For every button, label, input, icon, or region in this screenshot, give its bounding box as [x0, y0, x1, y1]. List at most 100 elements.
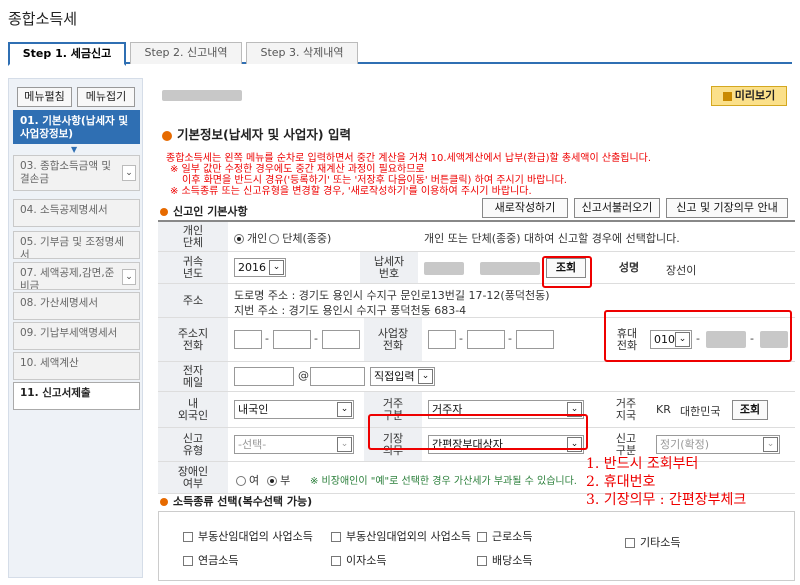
sidebar-item-basic-info[interactable]: 01. 기본사항(납세자 및 사업장정보): [13, 110, 140, 144]
name-value: 장선이: [666, 264, 697, 277]
sidebar-item-deduction[interactable]: 04. 소득공제명세서: [13, 199, 140, 227]
notice-line: ※ 일부 값만 수정한 경우에도 중간 재계산 과정이 필요하므로: [170, 164, 425, 175]
checkbox[interactable]: [477, 532, 487, 542]
checkbox[interactable]: [625, 538, 635, 548]
sidebar-item-tax-credit[interactable]: 07. 세액공제,감면,준비금 ⌄: [13, 262, 140, 290]
country-name: 대한민국: [680, 405, 721, 418]
income-option[interactable]: 기타소득: [625, 534, 680, 550]
chevron-down-icon[interactable]: ⌄: [122, 269, 136, 285]
label-address: 주소: [158, 284, 228, 317]
sidebar-item-calc[interactable]: 10. 세액계산: [13, 352, 140, 380]
income-option-label: 부동산임대업의 사업소득: [198, 530, 313, 543]
email-domain-input[interactable]: [310, 367, 365, 386]
load-return-button[interactable]: 신고서불러오기: [574, 198, 660, 218]
country-lookup-button[interactable]: 조회: [732, 400, 768, 420]
label-disabled: 장애인 여부: [158, 462, 228, 493]
biz-phone-3[interactable]: [516, 330, 554, 349]
sidebar-item-donation[interactable]: 05. 기부금 및 조정명세서: [13, 231, 140, 259]
radio-group[interactable]: [269, 234, 280, 244]
highlight-bookkeeping: [368, 414, 588, 450]
email-domain-select[interactable]: 직접입력 ⌄: [370, 367, 435, 386]
checkbox[interactable]: [331, 532, 341, 542]
checkbox[interactable]: [331, 556, 341, 566]
home-phone-3[interactable]: [322, 330, 360, 349]
sidebar-item-label: 07. 세액공제,감면,준비금: [20, 267, 115, 290]
disabled-radio-group: 여부: [236, 472, 290, 488]
home-phone-1[interactable]: [234, 330, 262, 349]
tab-step1[interactable]: Step 1. 세금신고: [8, 42, 126, 66]
income-option[interactable]: 부동산임대업외의 사업소득: [331, 528, 471, 544]
income-option[interactable]: 배당소득: [477, 552, 532, 568]
sidebar-item-prepaid[interactable]: 09. 기납부세액명세서: [13, 322, 140, 350]
preview-button[interactable]: 미리보기: [711, 86, 787, 106]
page-title: 종합소득세: [8, 10, 78, 28]
email-at: @: [298, 369, 309, 382]
highlight-mobile: [604, 310, 792, 362]
section-title-text: 기본정보(납세자 및 사업자) 입력: [177, 127, 351, 142]
new-write-button[interactable]: 새로작성하기: [482, 198, 568, 218]
notice-line: 종합소득세는 왼쪽 메뉴를 순차로 입력하면서 중간 계산을 거쳐 10.세액계…: [166, 153, 652, 164]
label-type: 개인 단체: [158, 222, 228, 251]
dash: -: [265, 332, 269, 345]
label-filing-type: 신고 유형: [158, 428, 228, 461]
foreign-select[interactable]: 내국인 ⌄: [234, 400, 354, 419]
checkbox[interactable]: [477, 556, 487, 566]
tab-step2[interactable]: Step 2. 신고내역: [130, 42, 242, 64]
row-year: 귀속 년도 2016 ⌄ 납세자 번호 조회 성명 장선이: [158, 252, 795, 284]
sidebar-item-label: 03. 종합소득금액 및 결손금: [20, 160, 111, 185]
label-biz-phone: 사업장 전화: [364, 318, 422, 361]
filing-class-select[interactable]: 정기(확정) ⌄: [656, 435, 780, 454]
annotation-3: 3. 기장의무 : 간편장부체크: [586, 492, 747, 508]
income-option[interactable]: 연금소득: [183, 552, 238, 568]
menu-expand-button[interactable]: 메뉴펼침: [17, 87, 72, 107]
guide-button[interactable]: 신고 및 기장의무 안내: [666, 198, 788, 218]
taxpayer-form: 개인 단체 개인 단체(종중) 개인 또는 단체(종중) 대하여 신고할 경우에 …: [158, 220, 795, 494]
sidebar-item-submit[interactable]: 11. 신고서제출: [13, 382, 140, 410]
chevron-down-icon: ⌄: [337, 437, 352, 452]
biz-phone-1[interactable]: [428, 330, 456, 349]
radio-individual[interactable]: [234, 234, 244, 244]
menu-collapse-button[interactable]: 메뉴접기: [77, 87, 135, 107]
radio-no-label: 부: [280, 474, 291, 487]
radio-disabled-yes[interactable]: [236, 476, 246, 486]
row-email: 전자 메일 @ 직접입력 ⌄: [158, 362, 795, 392]
year-select[interactable]: 2016 ⌄: [234, 258, 286, 277]
income-option-label: 근로소득: [492, 530, 533, 543]
income-option[interactable]: 이자소득: [331, 552, 386, 568]
label-home-phone: 주소지 전화: [158, 318, 228, 361]
sidebar-item-penalty[interactable]: 08. 가산세명세서: [13, 292, 140, 320]
blurred-taxpayer-no-2: [480, 262, 540, 275]
income-option-label: 부동산임대업외의 사업소득: [346, 530, 471, 543]
label-email: 전자 메일: [158, 362, 228, 391]
radio-individual-label: 개인: [247, 232, 268, 245]
filing-type-select[interactable]: -선택- ⌄: [234, 435, 354, 454]
checkbox[interactable]: [183, 532, 193, 542]
notice-line: ※ 소득종류 또는 신고유형을 변경할 경우, '새로작성하기'를 이용하여 주…: [170, 186, 532, 197]
radio-group-label: 단체(종중): [282, 232, 332, 245]
email-select-value: 직접입력: [374, 370, 415, 383]
label-taxpayer-no: 납세자 번호: [360, 252, 418, 283]
label-year: 귀속 년도: [158, 252, 228, 283]
row-type: 개인 단체 개인 단체(종중) 개인 또는 단체(종중) 대하여 신고할 경우에 …: [158, 222, 795, 252]
email-id-input[interactable]: [234, 367, 294, 386]
basic-section-title: 신고인 기본사항: [160, 203, 248, 219]
disabled-help: ※ 비장애인이 "예"로 선택한 경우 가산세가 부과될 수 있습니다.: [310, 476, 577, 487]
income-option[interactable]: 근로소득: [477, 528, 532, 544]
bullet-icon: [160, 498, 168, 506]
checkbox[interactable]: [183, 556, 193, 566]
dash: -: [314, 332, 318, 345]
tab-step3[interactable]: Step 3. 삭제내역: [246, 42, 358, 64]
chevron-down-icon[interactable]: ⌄: [122, 165, 136, 181]
annotation-1: 1. 반드시 조회부터: [586, 456, 699, 472]
sidebar-item-income[interactable]: 03. 종합소득금액 및 결손금 ⌄: [13, 155, 140, 191]
income-option-label: 연금소득: [198, 554, 239, 567]
income-option[interactable]: 부동산임대업의 사업소득: [183, 528, 313, 544]
year-value: 2016: [238, 261, 266, 274]
label-foreign: 내 외국인: [158, 392, 228, 427]
biz-phone-2[interactable]: [467, 330, 505, 349]
radio-disabled-no[interactable]: [267, 476, 278, 486]
home-phone-2[interactable]: [273, 330, 311, 349]
foreign-value: 내국인: [238, 403, 269, 416]
basic-section-label: 신고인 기본사항: [173, 205, 248, 218]
type-help: 개인 또는 단체(종중) 대하여 신고할 경우에 선택합니다.: [424, 232, 680, 245]
